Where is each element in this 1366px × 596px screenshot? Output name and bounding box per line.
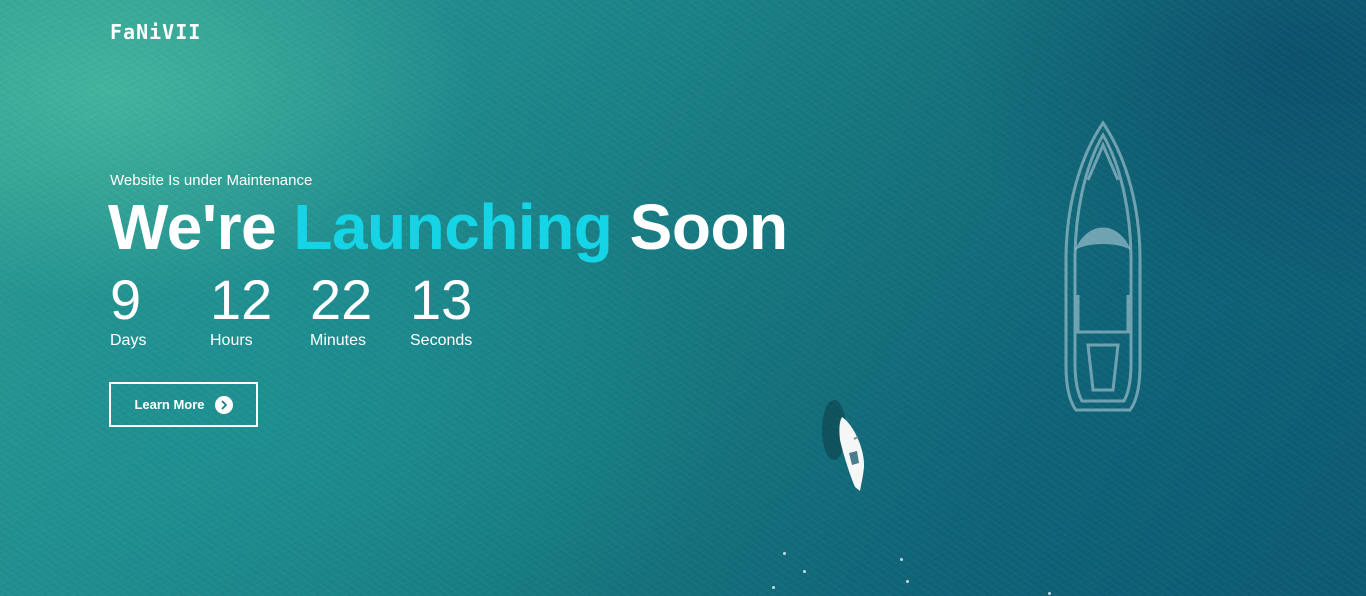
wave-foam: [1048, 592, 1051, 595]
countdown-minutes-value: 22: [310, 268, 373, 331]
countdown-hours: 12 Hours: [210, 270, 272, 350]
countdown-hours-label: Hours: [210, 332, 253, 349]
wave-foam: [772, 586, 775, 589]
countdown-seconds-value: 13: [410, 268, 473, 331]
wave-foam: [906, 580, 909, 583]
learn-more-label: Learn More: [134, 397, 205, 412]
wave-foam: [900, 558, 903, 561]
headline-part-2: Soon: [612, 191, 788, 263]
countdown-minutes-label: Minutes: [310, 332, 367, 349]
headline-accent: Launching: [293, 191, 613, 263]
maintenance-subtitle: Website Is under Maintenance: [110, 172, 313, 189]
countdown-days-label: Days: [110, 332, 147, 349]
sea-background: [0, 0, 1366, 596]
countdown-seconds-label: Seconds: [410, 332, 473, 349]
countdown-hours-value: 12: [210, 268, 273, 331]
headline-part-1: We're: [108, 191, 294, 263]
learn-more-button[interactable]: Learn More: [109, 382, 258, 427]
page-headline: We're Launching Soon: [108, 190, 788, 264]
wave-foam: [803, 570, 806, 573]
wave-foam: [783, 552, 786, 555]
site-logo[interactable]: FaNiVII: [110, 20, 201, 44]
boat-icon: [822, 400, 865, 491]
countdown-days-value: 9: [110, 268, 142, 331]
boat-outline-icon: [1064, 120, 1142, 412]
countdown-days: 9 Days: [110, 270, 146, 350]
countdown-seconds: 13 Seconds: [410, 270, 472, 350]
chevron-right-icon: [214, 395, 233, 414]
countdown-minutes: 22 Minutes: [310, 270, 372, 350]
